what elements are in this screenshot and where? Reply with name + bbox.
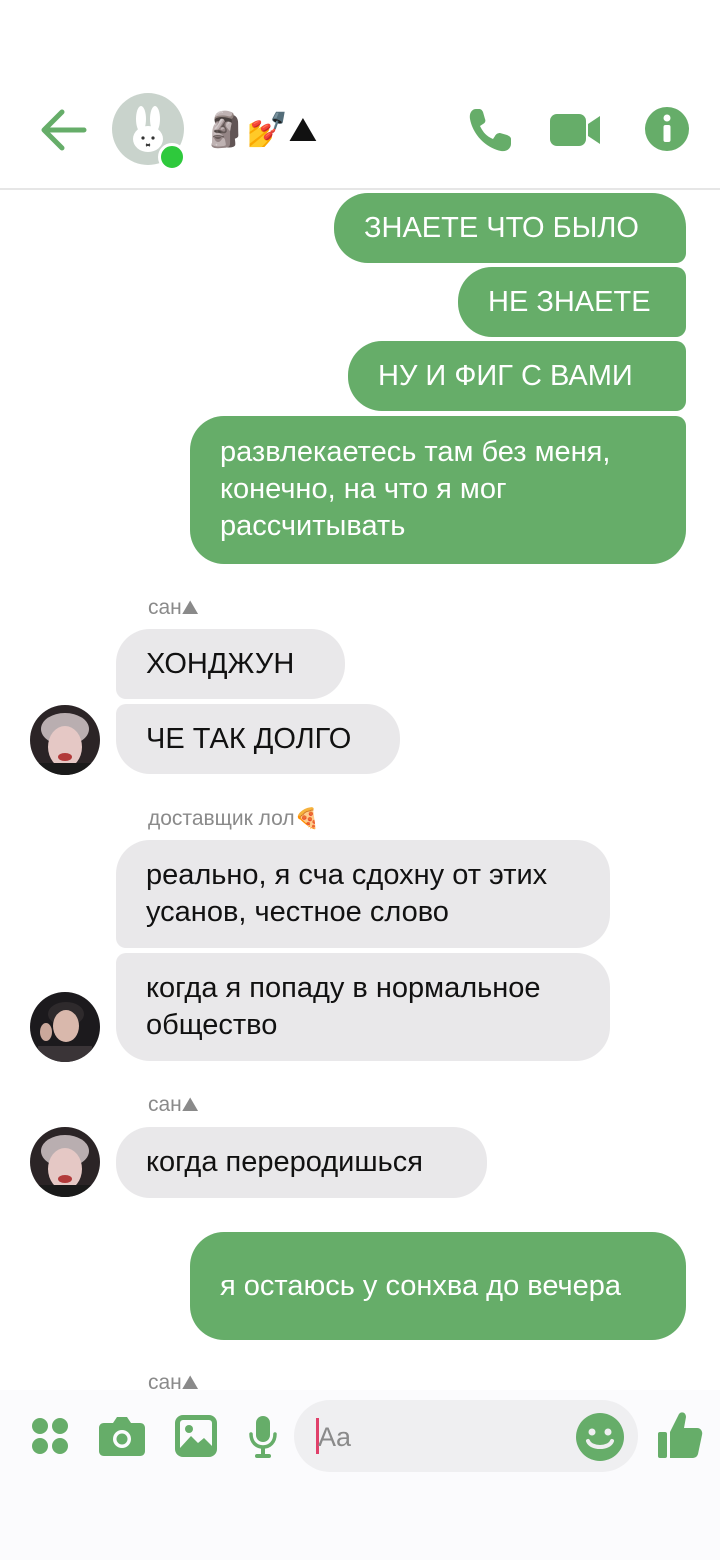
phone-icon[interactable] [466,105,514,155]
message-bubble-incoming[interactable]: реально, я сча сдохну от этих усанов, че… [116,840,610,948]
camera-icon[interactable] [98,1415,146,1457]
message-bubble-incoming[interactable]: ХОНДЖУН [116,629,345,699]
message-bubble-outgoing[interactable]: НУ И ФИГ С ВАМИ [348,341,686,411]
sender-name: сан⛰ [148,595,199,619]
online-status-dot [158,143,186,171]
sender-name: доставщик лол🍕 [148,806,320,830]
message-text: ЧЕ ТАК ДОЛГО [146,722,352,755]
image-icon[interactable] [174,1414,218,1458]
message-bubble-outgoing[interactable]: развлекаетесь там без меня, конечно, на … [190,416,686,564]
message-bubble-incoming[interactable]: когда переродишься [116,1127,487,1198]
message-input-placeholder: Aa [318,1422,352,1452]
message-text: ЗНАЕТЕ ЧТО БЫЛО [364,211,639,244]
sender-name: сан⛰ [148,1370,199,1390]
message-text: реально, я сча сдохну от этих усанов, че… [146,859,548,928]
message-bubble-incoming[interactable]: ЧЕ ТАК ДОЛГО [116,704,400,774]
message-text: когда я попаду в нормальное общество [146,972,541,1041]
avatar[interactable] [30,992,100,1062]
smiley-icon[interactable] [575,1412,625,1462]
chat-title[interactable]: 🗿💅⛰ [204,108,317,152]
message-text: ХОНДЖУН [146,647,295,680]
arrow-left-icon[interactable] [40,108,88,152]
message-list[interactable]: ЗНАЕТЕ ЧТО БЫЛО НЕ ЗНАЕТЕ НУ И ФИГ С ВАМ… [0,190,720,1390]
chat-header: 🗿💅⛰ [0,0,720,190]
message-bubble-outgoing[interactable]: я остаюсь у сонхва до вечера [190,1232,686,1340]
sender-name: сан⛰ [148,1092,199,1116]
message-text: НЕ ЗНАЕТЕ [488,285,651,318]
apps-grid-icon[interactable] [30,1416,70,1456]
video-camera-icon[interactable] [548,110,602,150]
message-text: когда переродишься [146,1146,423,1178]
message-bubble-outgoing[interactable]: НЕ ЗНАЕТЕ [458,267,686,337]
message-text: развлекаетесь там без меня, конечно, на … [220,436,611,542]
message-bubble-outgoing[interactable]: ЗНАЕТЕ ЧТО БЫЛО [334,193,686,263]
avatar[interactable] [30,1127,100,1197]
message-text: я остаюсь у сонхва до вечера [220,1269,622,1302]
info-icon[interactable] [644,106,690,152]
message-bubble-incoming[interactable]: когда я попаду в нормальное общество [116,953,610,1061]
message-text: НУ И ФИГ С ВАМИ [378,359,633,392]
microphone-icon[interactable] [248,1414,278,1460]
thumbs-up-icon[interactable] [656,1410,704,1460]
avatar[interactable] [30,705,100,775]
